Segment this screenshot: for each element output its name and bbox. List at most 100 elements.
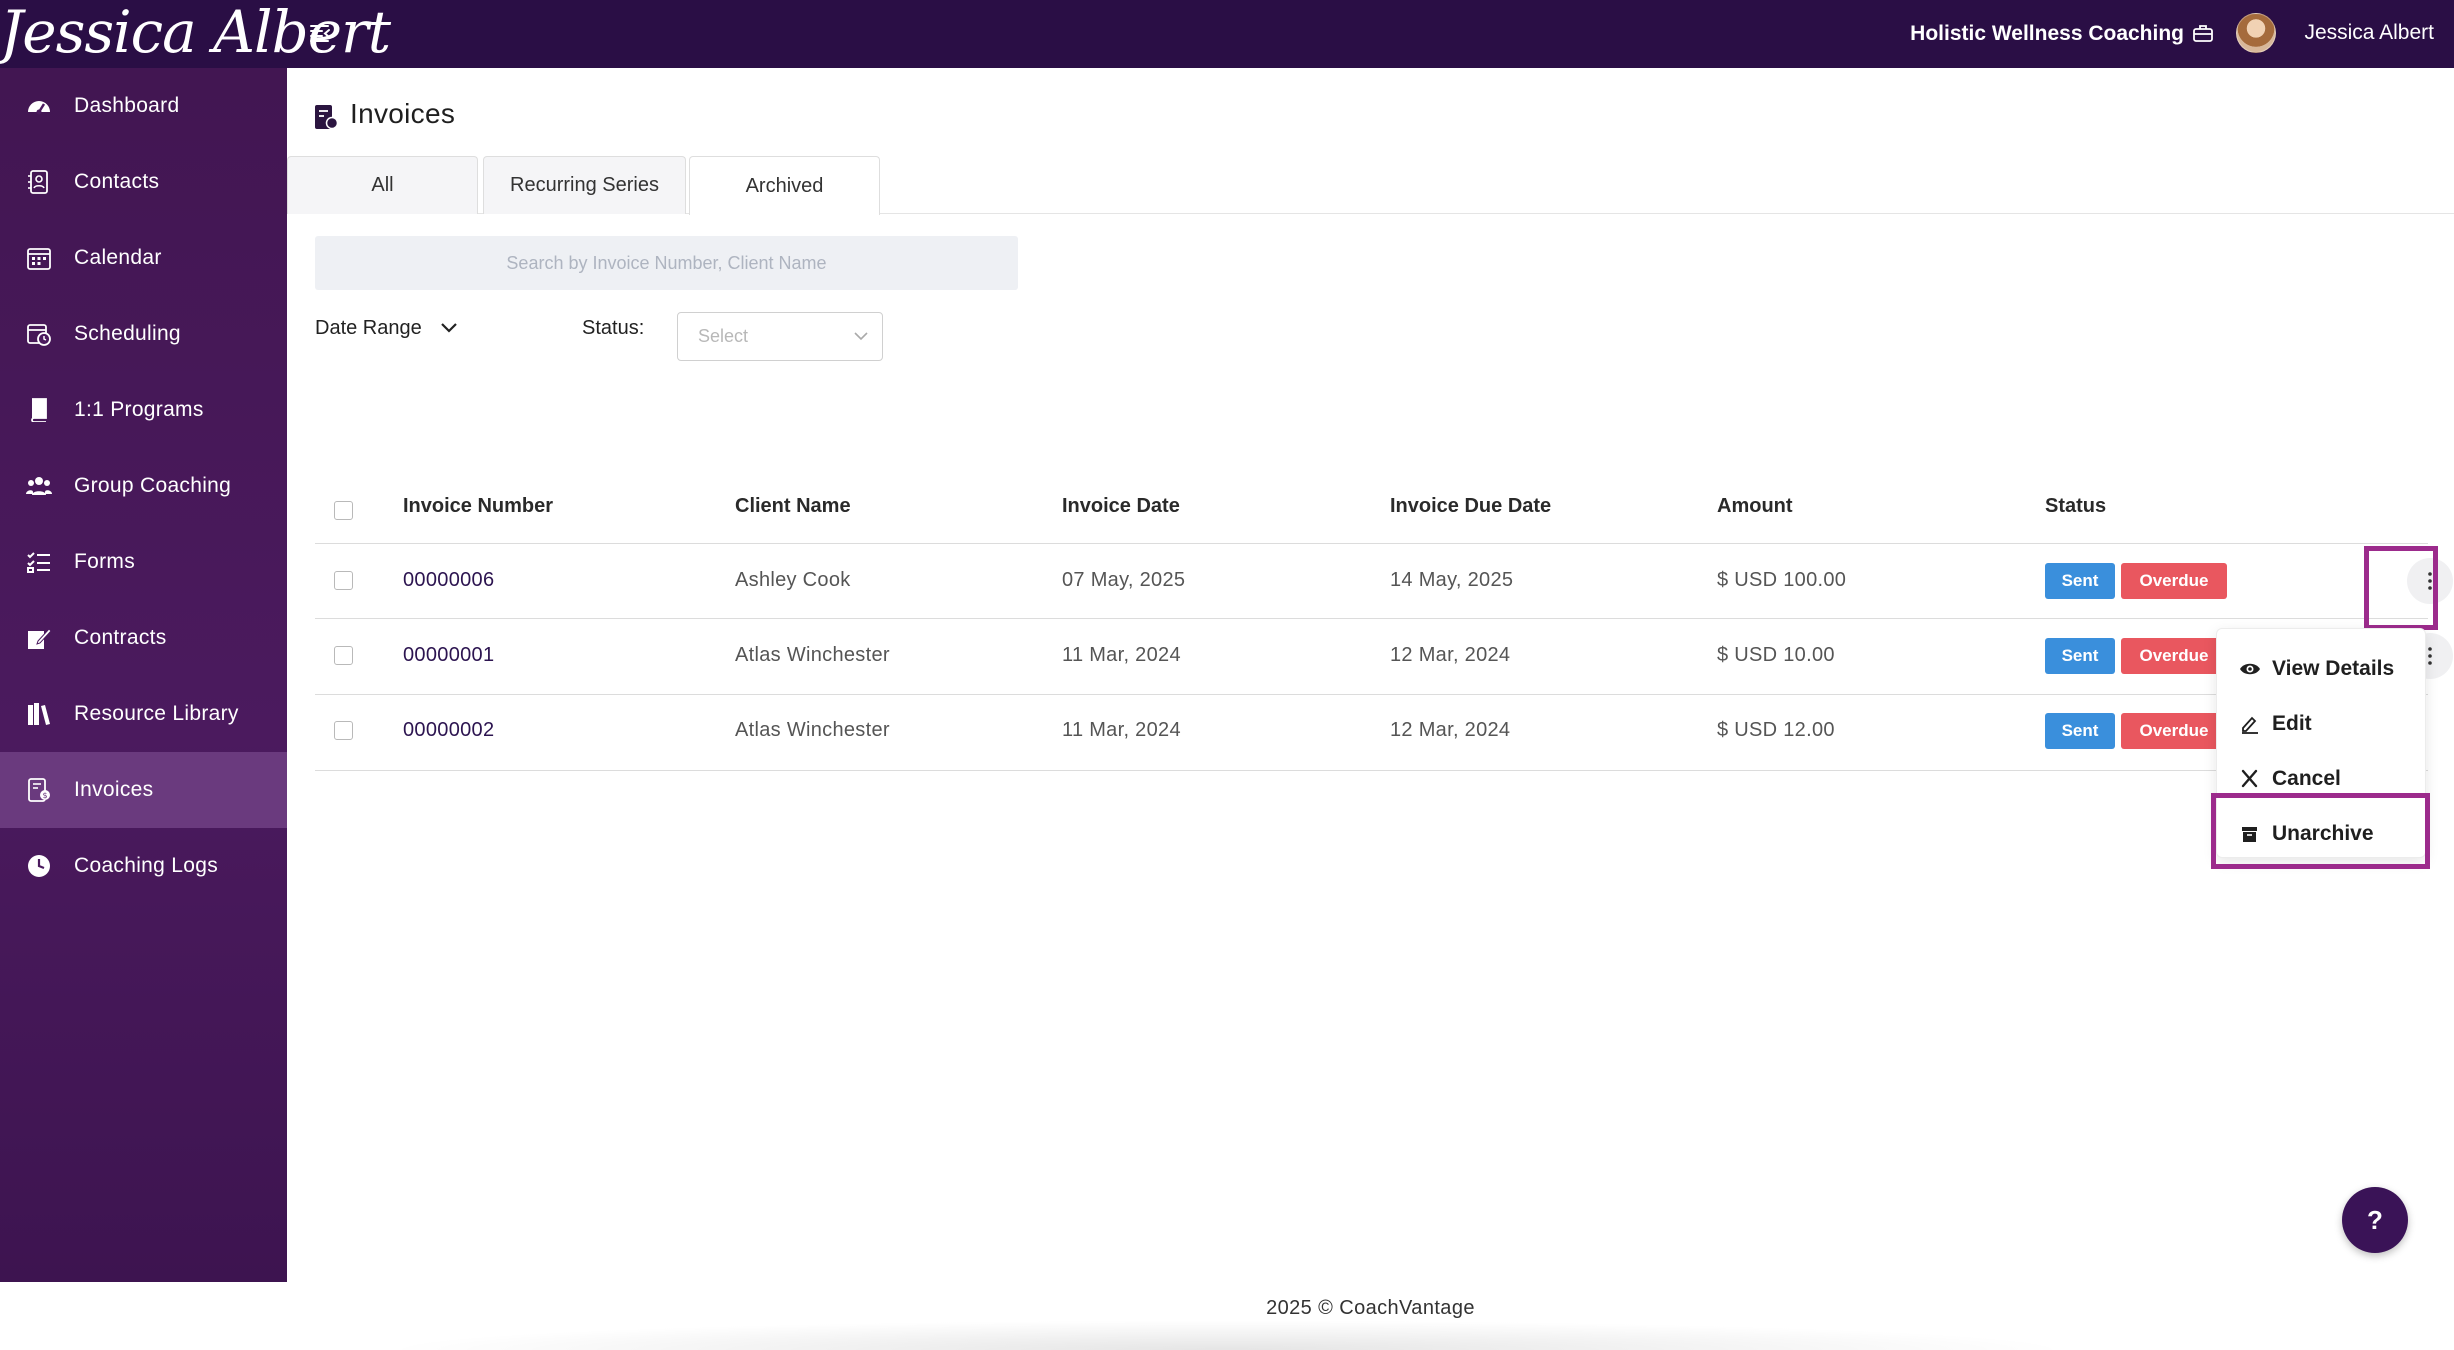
row-checkbox[interactable]: [334, 571, 353, 590]
column-header-due-date[interactable]: Invoice Due Date: [1390, 495, 1551, 518]
column-header-invoice-number[interactable]: Invoice Number: [403, 495, 553, 518]
sidebar-item-dashboard[interactable]: Dashboard: [0, 68, 287, 144]
contract-icon: [28, 628, 52, 649]
sidebar-item-group-coaching[interactable]: Group Coaching: [0, 448, 287, 524]
calendar-icon: [27, 248, 51, 270]
select-all-checkbox[interactable]: [334, 501, 353, 520]
dashboard-icon: [28, 101, 50, 115]
sidebar-item-programs[interactable]: 1:1 Programs: [0, 372, 287, 448]
search-input[interactable]: [315, 236, 1018, 290]
row-divider: [315, 618, 2428, 619]
menu-item-cancel[interactable]: Cancel: [2217, 754, 2427, 804]
book-icon: [31, 398, 47, 422]
status-badge-sent: Sent: [2045, 563, 2115, 599]
kebab-menu-icon: [2428, 647, 2432, 665]
column-header-invoice-date[interactable]: Invoice Date: [1062, 495, 1180, 518]
status-badge-sent: Sent: [2045, 638, 2115, 674]
help-button[interactable]: ?: [2342, 1187, 2408, 1253]
row-divider: [315, 770, 2428, 771]
sidebar-item-forms[interactable]: Forms: [0, 524, 287, 600]
contacts-icon: [28, 170, 48, 194]
briefcase-icon[interactable]: [2192, 23, 2214, 43]
client-name: Atlas Winchester: [735, 644, 890, 666]
forms-icon: [27, 552, 50, 573]
sidebar-item-resource-library[interactable]: Resource Library: [0, 676, 287, 752]
archive-icon: [2242, 827, 2257, 842]
invoice-due-date: 14 May, 2025: [1390, 569, 1514, 591]
sidebar-item-label: Dashboard: [74, 94, 180, 117]
close-icon: [2241, 769, 2258, 788]
column-header-amount[interactable]: Amount: [1717, 495, 1793, 518]
client-name: Atlas Winchester: [735, 719, 890, 741]
row-checkbox[interactable]: [334, 646, 353, 665]
sidebar-item-contracts[interactable]: Contracts: [0, 600, 287, 676]
sidebar-item-contacts[interactable]: Contacts: [0, 144, 287, 220]
date-range-filter[interactable]: Date Range: [315, 311, 458, 345]
eye-icon: [2240, 663, 2260, 675]
status-filter-label: Status:: [582, 317, 645, 339]
invoice-icon: [315, 105, 338, 130]
client-name: Ashley Cook: [735, 569, 851, 591]
invoice-number-link[interactable]: 00000001: [403, 644, 494, 667]
invoice-date: 11 Mar, 2024: [1062, 719, 1181, 741]
invoice-date: 07 May, 2025: [1062, 569, 1186, 591]
svg-text:$: $: [42, 791, 47, 800]
scheduling-icon: [27, 324, 51, 346]
user-avatar[interactable]: [2236, 13, 2276, 53]
sidebar-item-label: 1:1 Programs: [74, 398, 204, 421]
tab-all[interactable]: All: [287, 156, 478, 214]
status-badge-overdue: Overdue: [2121, 713, 2227, 749]
status-select[interactable]: Select: [677, 312, 883, 361]
sidebar-item-scheduling[interactable]: Scheduling: [0, 296, 287, 372]
row-checkbox[interactable]: [334, 721, 353, 740]
row-actions-menu: View Details Edit Cancel Unarchive: [2216, 628, 2426, 858]
menu-item-label: View Details: [2272, 657, 2395, 680]
group-icon: [26, 477, 52, 495]
invoice-number-link[interactable]: 00000006: [403, 569, 494, 592]
sidebar-item-label: Contacts: [74, 170, 160, 193]
top-bar: Jessica Albert Holistic Wellness Coachin…: [0, 0, 2454, 68]
status-badge-overdue: Overdue: [2121, 563, 2227, 599]
column-header-client-name[interactable]: Client Name: [735, 495, 851, 518]
kebab-menu-icon: [2428, 572, 2432, 590]
invoice-icon: $: [28, 778, 50, 802]
user-name[interactable]: Jessica Albert: [2304, 17, 2434, 49]
organization-name[interactable]: Holistic Wellness Coaching: [1910, 18, 2184, 50]
invoice-date: 11 Mar, 2024: [1062, 644, 1181, 666]
sidebar-item-label: Group Coaching: [74, 474, 232, 497]
sidebar-item-label: Resource Library: [74, 702, 239, 725]
menu-toggle-icon[interactable]: [308, 20, 334, 46]
sidebar: Dashboard Contacts Calendar Scheduling 1…: [0, 68, 287, 1282]
sidebar-item-calendar[interactable]: Calendar: [0, 220, 287, 296]
tab-recurring-series[interactable]: Recurring Series: [483, 156, 686, 214]
invoice-due-date: 12 Mar, 2024: [1390, 644, 1511, 666]
sidebar-item-invoices[interactable]: $ Invoices: [0, 752, 287, 828]
row-divider: [315, 543, 2428, 544]
menu-item-view-details[interactable]: View Details: [2217, 644, 2427, 694]
invoice-due-date: 12 Mar, 2024: [1390, 719, 1511, 741]
status-badge-overdue: Overdue: [2121, 638, 2227, 674]
invoice-number-link[interactable]: 00000002: [403, 719, 494, 742]
chevron-down-icon: [854, 332, 868, 341]
menu-item-label: Edit: [2272, 712, 2312, 735]
footer-copyright: 2025 © CoachVantage: [1266, 1297, 1475, 1319]
clock-icon: [28, 855, 50, 877]
main-content: Invoices All Recurring Series Archived D…: [287, 68, 2454, 1350]
page-title: Invoices: [350, 98, 456, 129]
library-icon: [28, 703, 50, 725]
row-divider: [315, 694, 2428, 695]
menu-item-unarchive[interactable]: Unarchive: [2217, 809, 2427, 859]
menu-item-label: Unarchive: [2272, 822, 2374, 845]
sidebar-item-label: Scheduling: [74, 322, 181, 345]
pencil-icon: [2242, 716, 2258, 734]
date-range-label: Date Range: [315, 316, 422, 339]
invoice-amount: $ USD 12.00: [1717, 719, 1835, 741]
footer-shadow: [377, 1320, 2077, 1350]
sidebar-item-label: Coaching Logs: [74, 854, 218, 877]
menu-item-edit[interactable]: Edit: [2217, 699, 2427, 749]
column-header-status[interactable]: Status: [2045, 495, 2106, 518]
sidebar-item-label: Contracts: [74, 626, 167, 649]
sidebar-item-coaching-logs[interactable]: Coaching Logs: [0, 828, 287, 904]
tab-archived[interactable]: Archived: [689, 156, 880, 215]
row-actions-button[interactable]: [2407, 558, 2453, 604]
